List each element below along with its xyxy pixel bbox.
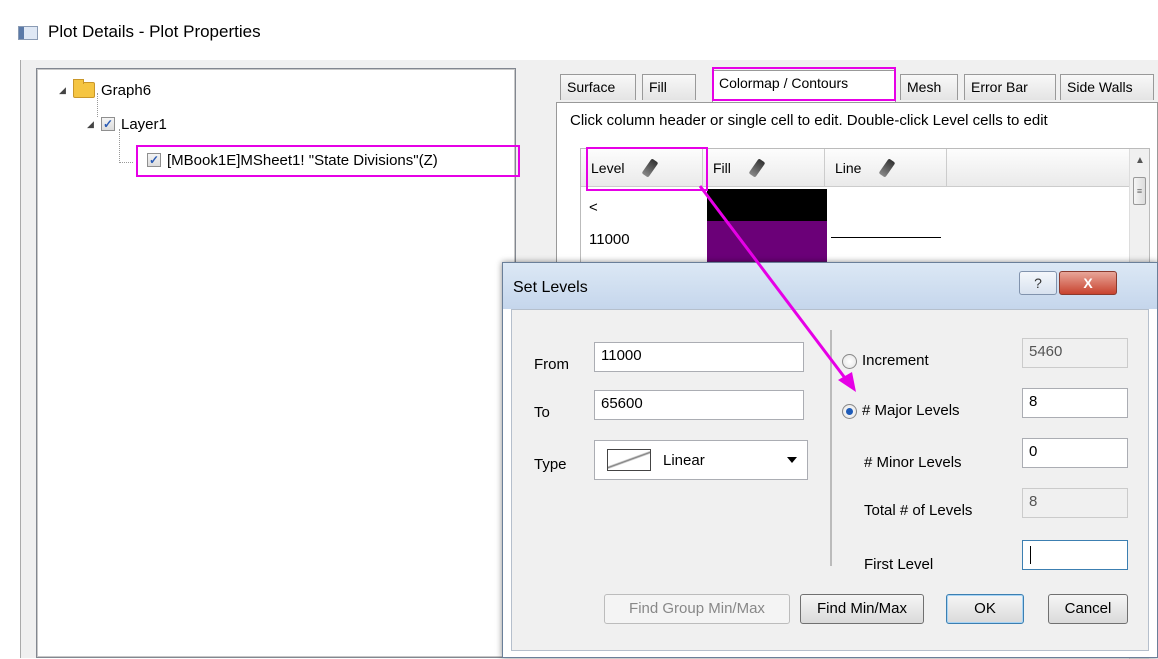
tab-highlight-box [712,67,896,101]
annotation-arrow [698,185,856,392]
